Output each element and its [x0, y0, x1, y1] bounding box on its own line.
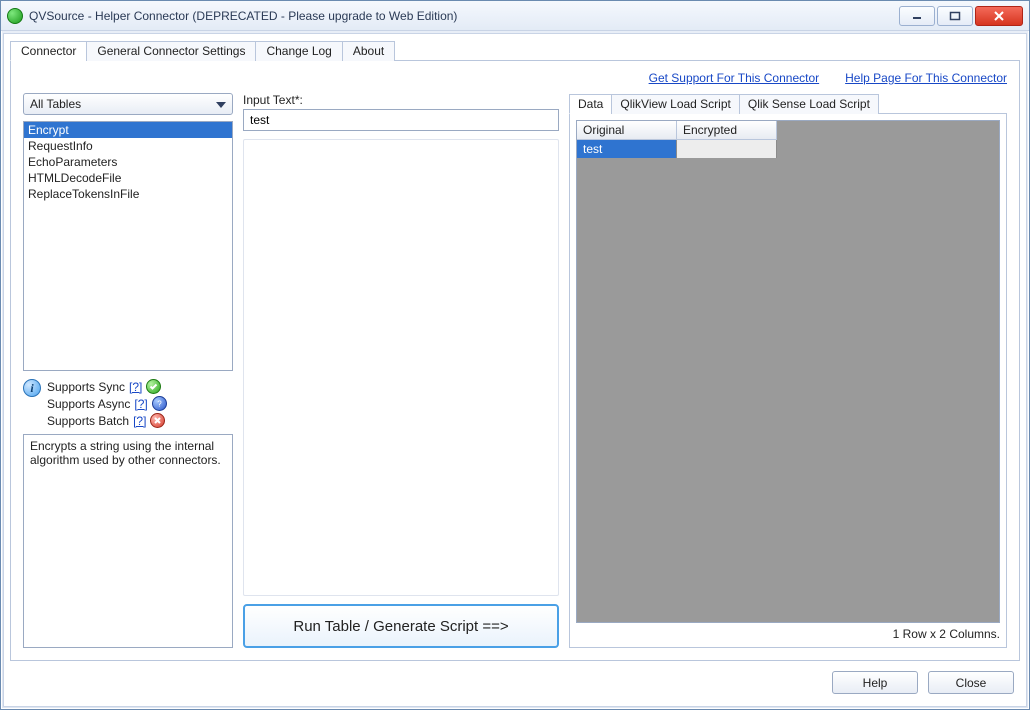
tab-about[interactable]: About: [342, 41, 395, 61]
input-text-section: Input Text*:: [243, 93, 559, 131]
description-text: Encrypts a string using the internal alg…: [30, 439, 221, 467]
grid-col-encrypted[interactable]: Encrypted: [677, 121, 777, 140]
window-body: Connector General Connector Settings Cha…: [3, 33, 1027, 707]
chevron-down-icon: [216, 97, 226, 111]
middle-column: Input Text*: Run Table / Generate Script…: [243, 93, 559, 648]
right-column: Data QlikView Load Script Qlik Sense Loa…: [569, 93, 1007, 648]
run-table-label: Run Table / Generate Script ==>: [293, 618, 508, 635]
close-button[interactable]: Close: [928, 671, 1014, 694]
maximize-button[interactable]: [937, 6, 973, 26]
list-item[interactable]: EchoParameters: [24, 154, 232, 170]
question-icon: ?: [152, 396, 167, 411]
supports-async-label: Supports Async: [47, 397, 130, 411]
tab-change-log[interactable]: Change Log: [255, 41, 342, 61]
supports-async-row: Supports Async [?] ?: [47, 396, 167, 411]
middle-spacer: [243, 139, 559, 596]
main-tabstrip: Connector General Connector Settings Cha…: [10, 40, 1020, 61]
subtab-qlikview-script[interactable]: QlikView Load Script: [611, 94, 740, 114]
input-text-label: Input Text*:: [243, 93, 559, 107]
title-bar: QVSource - Helper Connector (DEPRECATED …: [1, 1, 1029, 31]
sub-tabstrip: Data QlikView Load Script Qlik Sense Loa…: [569, 93, 1007, 114]
connector-tab-content: Get Support For This Connector Help Page…: [10, 61, 1020, 661]
help-page-link[interactable]: Help Page For This Connector: [845, 71, 1007, 85]
window-title: QVSource - Helper Connector (DEPRECATED …: [29, 9, 891, 23]
bottom-buttons: Help Close: [10, 661, 1020, 700]
grid-header: Original Encrypted: [577, 121, 999, 140]
grid-col-original[interactable]: Original: [577, 121, 677, 140]
close-window-button[interactable]: [975, 6, 1023, 26]
tab-connector[interactable]: Connector: [10, 41, 87, 61]
tables-listbox[interactable]: Encrypt RequestInfo EchoParameters HTMLD…: [23, 121, 233, 371]
table-row[interactable]: test: [577, 140, 999, 158]
minimize-button[interactable]: [899, 6, 935, 26]
supports-sync-row: Supports Sync [?]: [47, 379, 167, 394]
tab-general-settings[interactable]: General Connector Settings: [86, 41, 256, 61]
data-pane: Original Encrypted test 1 Row x 2 Column…: [569, 114, 1007, 648]
input-text-field[interactable]: [243, 109, 559, 131]
tables-filter-label: All Tables: [30, 97, 81, 111]
close-button-label: Close: [956, 676, 987, 690]
cell-original[interactable]: test: [577, 140, 677, 158]
subtab-qliksense-script[interactable]: Qlik Sense Load Script: [739, 94, 879, 114]
list-item[interactable]: HTMLDecodeFile: [24, 170, 232, 186]
supports-batch-row: Supports Batch [?]: [47, 413, 167, 428]
supports-batch-label: Supports Batch: [47, 414, 129, 428]
columns: All Tables Encrypt RequestInfo EchoParam…: [23, 93, 1007, 648]
window-buttons: [897, 6, 1023, 26]
help-button-label: Help: [863, 676, 888, 690]
top-links: Get Support For This Connector Help Page…: [23, 71, 1007, 85]
app-window: QVSource - Helper Connector (DEPRECATED …: [0, 0, 1030, 710]
svg-text:?: ?: [157, 400, 162, 409]
left-column: All Tables Encrypt RequestInfo EchoParam…: [23, 93, 233, 648]
supports-sync-label: Supports Sync: [47, 380, 125, 394]
cross-icon: [150, 413, 165, 428]
data-grid[interactable]: Original Encrypted test: [576, 120, 1000, 623]
app-icon: [7, 8, 23, 24]
help-button[interactable]: Help: [832, 671, 918, 694]
support-rows: Supports Sync [?] Supports Async [?]: [47, 379, 167, 428]
list-item[interactable]: Encrypt: [24, 122, 232, 138]
check-icon: [146, 379, 161, 394]
get-support-link[interactable]: Get Support For This Connector: [649, 71, 820, 85]
cell-encrypted[interactable]: [677, 140, 777, 158]
grid-body: test: [577, 140, 999, 622]
supports-batch-help-link[interactable]: [?]: [133, 414, 146, 428]
tables-filter-combo[interactable]: All Tables: [23, 93, 233, 115]
list-item[interactable]: RequestInfo: [24, 138, 232, 154]
row-count-label: 1 Row x 2 Columns.: [576, 627, 1000, 641]
supports-block: i Supports Sync [?] Supports Async: [23, 379, 233, 428]
supports-sync-help-link[interactable]: [?]: [129, 380, 142, 394]
subtab-data[interactable]: Data: [569, 94, 612, 114]
list-item[interactable]: ReplaceTokensInFile: [24, 186, 232, 202]
run-table-button[interactable]: Run Table / Generate Script ==>: [243, 604, 559, 648]
supports-async-help-link[interactable]: [?]: [134, 397, 147, 411]
info-icon: i: [23, 379, 41, 397]
description-box: Encrypts a string using the internal alg…: [23, 434, 233, 648]
